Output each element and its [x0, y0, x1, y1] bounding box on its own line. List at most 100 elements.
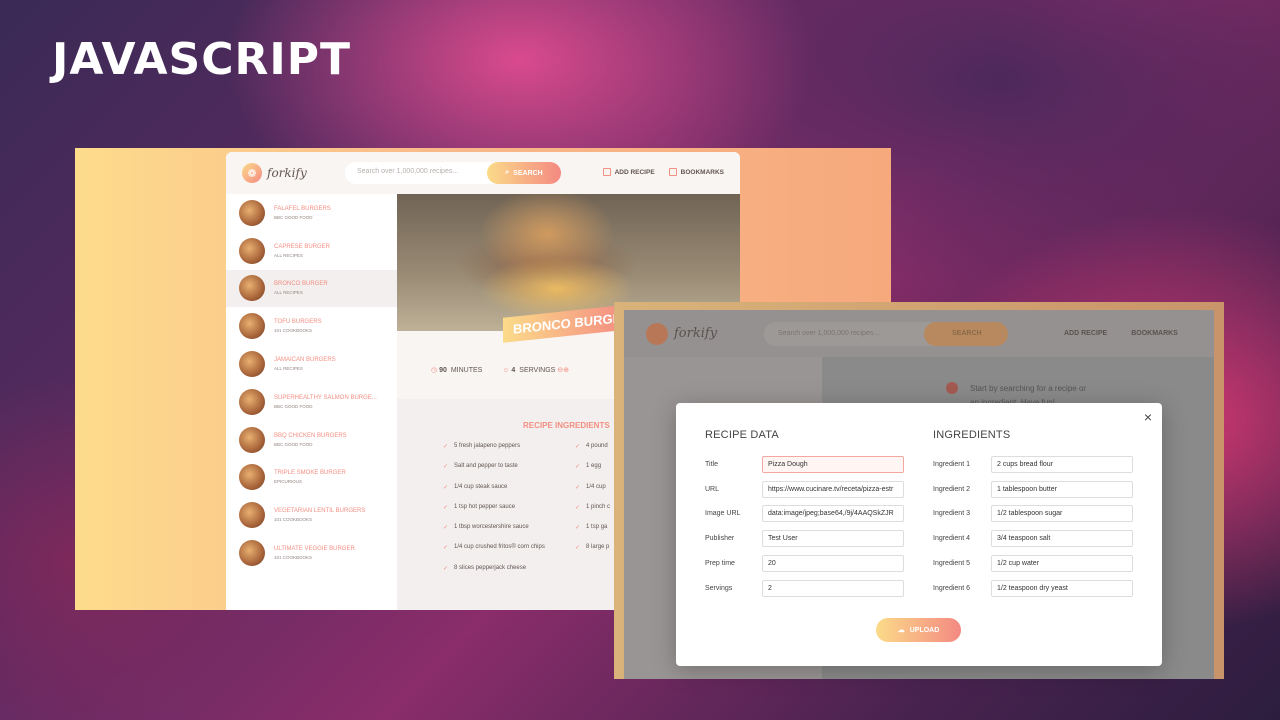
url-input[interactable]: https://www.cucinare.tv/receta/pizza-est…	[762, 481, 904, 498]
search-results: FALAFEL BURGERS BBC GOOD FOOD CAPRESE BUR…	[226, 194, 397, 610]
ingredient-item: ✓ 1 tbsp worcestershire sauce	[443, 524, 545, 544]
result-item[interactable]: ULTIMATE VEGGIE BURGER 101 COOKBOOKS	[226, 534, 397, 572]
image-url-input[interactable]: data:image/jpeg;base64,/9j/4AAQSkZJR	[762, 505, 904, 522]
result-image	[239, 502, 265, 529]
add-recipe-button[interactable]: ADD RECIPE	[602, 168, 655, 176]
result-item-active[interactable]: BRONCO BURGER ALL RECIPES	[226, 269, 397, 308]
ingredient-input[interactable]: 1 tablespoon butter	[991, 481, 1133, 498]
bookmarks-button[interactable]: BOOKMARKS	[668, 168, 724, 176]
image-url-label: Image URL	[705, 510, 741, 517]
bookmark-icon	[668, 168, 677, 176]
result-name: TRIPLE SMOKE BURGER	[274, 470, 346, 477]
ingredient-text: 1 tbsp worcestershire sauce	[454, 524, 529, 531]
result-image	[239, 237, 265, 264]
ingredient-item: ✓ Salt and pepper to taste	[443, 463, 545, 483]
ingredient-input[interactable]: 1/2 cup water	[991, 555, 1133, 572]
ingredient-text: 1 tsp ga	[586, 524, 608, 531]
result-publisher: 101 COOKBOOKS	[274, 555, 313, 561]
banner-title: JAVASCRIPT	[52, 34, 352, 85]
result-name: SUPERHEALTHY SALMON BURGE...	[274, 394, 377, 401]
result-publisher: BBC GOOD FOOD	[274, 403, 313, 409]
result-item[interactable]: CAPRESE BURGER ALL RECIPES	[226, 232, 397, 270]
result-image	[239, 275, 265, 302]
recipe-servings: ☺ 4 SERVINGS ⊖⊕	[502, 366, 569, 374]
dimmed-bookmarks: BOOKMARKS	[1131, 330, 1178, 337]
close-icon[interactable]: ×	[1144, 409, 1152, 425]
users-icon: ☺	[502, 367, 510, 374]
dimmed-logo-text: forkify	[674, 326, 718, 341]
clock-icon: ◷	[431, 367, 438, 374]
result-item[interactable]: BBQ CHICKEN BURGERS BBC GOOD FOOD	[226, 421, 397, 459]
ingredient-text: 8 large p	[586, 544, 610, 551]
ingredient-item: ✓ 1 pinch c	[575, 504, 610, 524]
nav: ADD RECIPE BOOKMARKS	[602, 168, 724, 176]
result-name: VEGETARIAN LENTIL BURGERS	[274, 508, 366, 515]
smile-icon	[946, 382, 958, 394]
ingredient-input[interactable]: 3/4 teaspoon salt	[991, 530, 1133, 547]
result-name: FALAFEL BURGERS	[274, 205, 331, 212]
search-button[interactable]: ⌕ SEARCH	[487, 162, 561, 184]
search-icon: ⌕	[505, 169, 510, 176]
ingredient-item: ✓ 1/4 cup crushed fritos® corn chips	[443, 544, 545, 564]
result-publisher: 101 COOKBOOKS	[274, 328, 313, 334]
result-name: BRONCO BURGER	[274, 281, 328, 288]
result-item[interactable]: JAMAICAN BURGERS ALL RECIPES	[226, 345, 397, 383]
result-publisher: ALL RECIPES	[274, 366, 303, 372]
result-image	[239, 426, 265, 453]
result-publisher: BBC GOOD FOOD	[274, 214, 313, 220]
result-item[interactable]: TRIPLE SMOKE BURGER EPICURIOUS	[226, 459, 397, 497]
prep-time-input[interactable]: 20	[762, 555, 904, 572]
ingredient-text: 8 slices pepperjack cheese	[454, 564, 527, 571]
logo[interactable]: ❁ forkify	[242, 163, 307, 183]
ingredient-item: ✓ 8 slices pepperjack cheese	[443, 565, 545, 585]
check-icon: ✓	[443, 444, 449, 450]
ingredient-text: 1 egg	[586, 463, 602, 470]
title-label: Title	[705, 461, 718, 468]
result-item[interactable]: FALAFEL BURGERS BBC GOOD FOOD	[226, 194, 397, 232]
servings-label: SERVINGS	[519, 367, 556, 374]
dimmed-search-placeholder: Search over 1,000,000 recipes...	[778, 330, 880, 337]
result-item[interactable]: TOFU BURGERS 101 COOKBOOKS	[226, 307, 397, 345]
recipe-data-heading: RECIPE DATA	[705, 429, 779, 441]
ingredient-input[interactable]: 2 cups bread flour	[991, 456, 1133, 473]
servings-value: 4	[511, 367, 516, 374]
ingredient-item: ✓ 1/4 cup	[575, 484, 610, 504]
minutes-value: 90	[439, 367, 447, 374]
bookmarks-label: BOOKMARKS	[680, 168, 724, 176]
upload-button[interactable]: ☁ UPLOAD	[876, 618, 961, 642]
result-item[interactable]: SUPERHEALTHY SALMON BURGE... BBC GOOD FOO…	[226, 383, 397, 421]
ingredient-label: Ingredient 4	[933, 535, 970, 542]
upload-cloud-icon: ☁	[897, 627, 905, 634]
publisher-input[interactable]: Test User	[762, 530, 904, 547]
url-label: URL	[705, 486, 720, 493]
check-icon: ✓	[443, 545, 449, 552]
check-icon: ✓	[575, 444, 581, 450]
ingredients-list-left: ✓ 5 fresh jalapeno peppers ✓ Salt and pepp…	[443, 443, 545, 585]
ingredient-item: ✓ 5 fresh jalapeno peppers	[443, 443, 545, 463]
search-input[interactable]: Search over 1,000,000 recipes...	[357, 168, 458, 175]
ingredient-text: 1/4 cup crushed fritos® corn chips	[454, 544, 545, 551]
increase-servings-icon[interactable]: ⊕	[563, 367, 569, 374]
ingredient-item: ✓ 4 pound	[575, 443, 610, 463]
check-icon: ✓	[575, 545, 581, 552]
recipe-time: ◷ 90 MINUTES	[431, 366, 482, 374]
servings-input[interactable]: 2	[762, 580, 904, 597]
ingredient-item: ✓ 8 large p	[575, 544, 610, 564]
ingredient-input[interactable]: 1/2 teaspoon dry yeast	[991, 580, 1133, 597]
search-button-label: SEARCH	[513, 169, 543, 177]
dimmed-search-label: SEARCH	[952, 330, 982, 337]
upload-label: UPLOAD	[909, 626, 940, 634]
ingredient-item: ✓ 1 tsp ga	[575, 524, 610, 544]
ingredient-label: Ingredient 6	[933, 585, 970, 592]
ingredient-text: 5 fresh jalapeno peppers	[454, 443, 521, 449]
check-icon: ✓	[443, 565, 449, 572]
title-input[interactable]: Pizza Dough	[762, 456, 904, 473]
app-header: ❁ forkify Search over 1,000,000 recipes.…	[226, 152, 740, 194]
ingredient-text: 1 pinch c	[586, 503, 611, 510]
result-item[interactable]: VEGETARIAN LENTIL BURGERS 101 COOKBOOKS	[226, 496, 397, 534]
result-image	[239, 388, 265, 415]
recipe-details: ◷ 90 MINUTES ☺ 4 SERVINGS ⊖⊕	[431, 366, 569, 374]
add-recipe-label: ADD RECIPE	[614, 168, 655, 176]
result-name: BBQ CHICKEN BURGERS	[274, 432, 347, 439]
ingredient-input[interactable]: 1/2 tablespoon sugar	[991, 505, 1133, 522]
